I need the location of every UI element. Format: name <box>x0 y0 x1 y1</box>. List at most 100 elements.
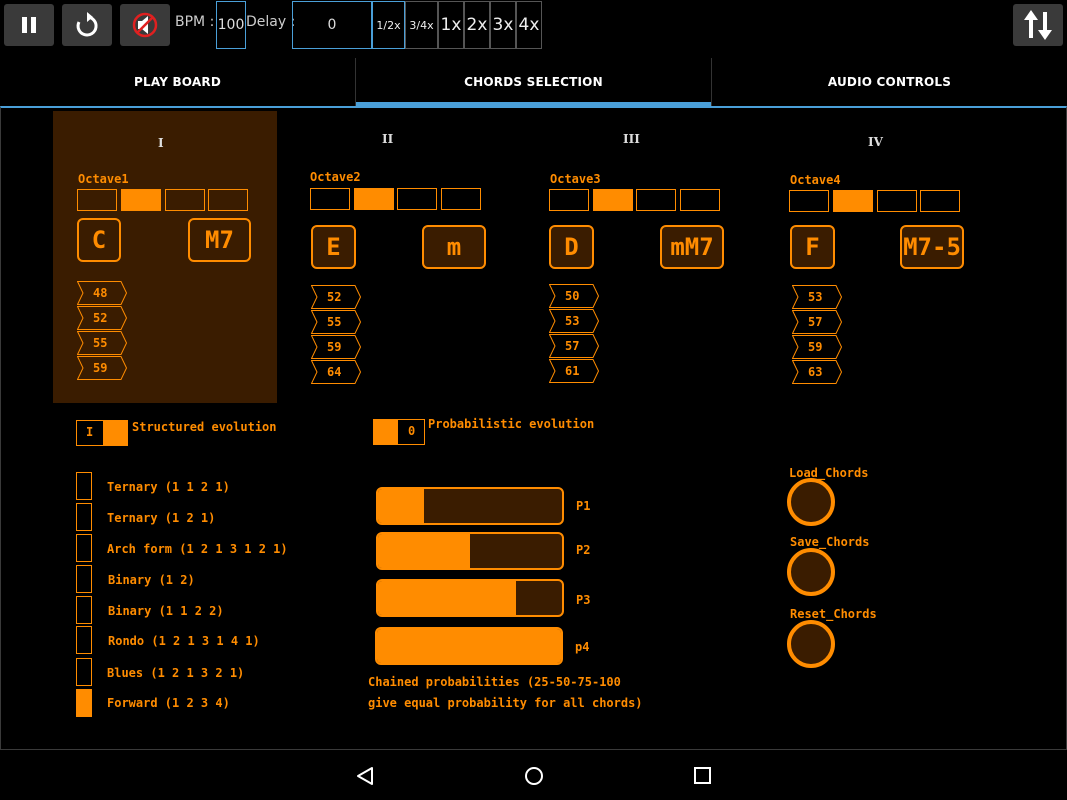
octave-cell[interactable] <box>789 190 829 212</box>
mute-icon <box>132 12 158 38</box>
octave-cell[interactable] <box>441 188 481 210</box>
bpm-field[interactable]: 100 <box>216 1 246 49</box>
note-tag: 53 <box>792 285 842 309</box>
note-tag: 61 <box>549 359 599 383</box>
toggle-knob <box>374 420 398 444</box>
chord-quality-button[interactable]: M7 <box>188 218 251 262</box>
form-checkbox[interactable] <box>76 534 92 562</box>
slider-label: P1 <box>576 499 591 513</box>
speed-1x-button[interactable]: 1x <box>438 1 464 49</box>
back-icon[interactable] <box>354 765 376 787</box>
octave-cell[interactable] <box>680 189 720 211</box>
form-checkbox[interactable] <box>76 565 92 593</box>
note-value: 52 <box>327 290 342 304</box>
form-checkbox-selected[interactable] <box>76 689 92 717</box>
tab-audio-controls[interactable]: AUDIO CONTROLS <box>712 58 1067 106</box>
note-tag: 64 <box>311 360 361 384</box>
note-value: 53 <box>808 290 823 304</box>
speed-3x-button[interactable]: 3x <box>490 1 516 49</box>
probability-slider-p4[interactable] <box>375 627 563 665</box>
probability-slider-p3[interactable] <box>376 579 564 617</box>
swap-button[interactable] <box>1013 4 1063 46</box>
octave-cell[interactable] <box>877 190 917 212</box>
restart-icon <box>76 12 98 37</box>
octave-cell[interactable] <box>165 189 205 211</box>
octave-cell-selected[interactable] <box>354 188 394 210</box>
structured-evolution-toggle[interactable]: I <box>76 420 128 446</box>
note-value: 52 <box>93 311 108 325</box>
form-checkbox[interactable] <box>76 503 92 531</box>
octave-cell[interactable] <box>397 188 437 210</box>
toggle-value: 0 <box>408 424 416 438</box>
chord-root-button[interactable]: D <box>549 225 594 269</box>
octave-label: Octave3 <box>550 172 601 186</box>
note-value: 59 <box>808 340 823 354</box>
note-value: 55 <box>327 315 342 329</box>
probability-slider-p2[interactable] <box>376 532 564 570</box>
chord-roman-label: IV <box>868 135 883 149</box>
probability-slider-p1[interactable] <box>376 487 564 525</box>
note-tag: 52 <box>311 285 361 309</box>
pause-icon <box>22 17 36 33</box>
chord-quality-button[interactable]: m <box>422 225 486 269</box>
load-chords-button[interactable] <box>787 478 835 526</box>
octave-cell[interactable] <box>636 189 676 211</box>
form-label: Binary (1 1 2 2) <box>108 604 224 618</box>
octave-cell[interactable] <box>549 189 589 211</box>
form-checkbox[interactable] <box>76 596 92 624</box>
octave-cell[interactable] <box>310 188 350 210</box>
note-tag: 55 <box>311 310 361 334</box>
octave-cell-selected[interactable] <box>593 189 633 211</box>
delay-field[interactable]: 0 <box>292 1 372 49</box>
note-value: 59 <box>327 340 342 354</box>
note-tag: 59 <box>77 356 127 380</box>
slider-label: P3 <box>576 593 591 607</box>
form-checkbox[interactable] <box>76 472 92 500</box>
note-value: 57 <box>565 339 580 353</box>
slider-label: P2 <box>576 543 591 557</box>
form-checkbox[interactable] <box>76 626 92 654</box>
note-tag: 57 <box>792 310 842 334</box>
pause-button[interactable] <box>4 4 54 46</box>
chord-quality-button[interactable]: mM7 <box>660 225 724 269</box>
reset-chords-button[interactable] <box>787 620 835 668</box>
octave-cell-selected[interactable] <box>121 189 161 211</box>
delay-label: Delay : <box>246 14 296 30</box>
speed-three-quarter-button[interactable]: 3/4x <box>405 1 438 49</box>
note-value: 59 <box>93 361 108 375</box>
toggle-knob <box>103 421 127 445</box>
form-checkbox[interactable] <box>76 658 92 686</box>
probabilistic-evolution-toggle[interactable]: 0 <box>373 419 425 445</box>
octave-cell-selected[interactable] <box>833 190 873 212</box>
chord-root-button[interactable]: E <box>311 225 356 269</box>
chord-roman-label: III <box>623 132 640 146</box>
note-tag: 63 <box>792 360 842 384</box>
form-label: Ternary (1 2 1) <box>107 511 216 525</box>
tab-chords-selection[interactable]: CHORDS SELECTION <box>356 58 711 106</box>
chord-roman-label: II <box>382 132 394 146</box>
mute-button[interactable] <box>120 4 170 46</box>
tab-play-board[interactable]: PLAY BOARD <box>0 58 355 106</box>
chord-root-button[interactable]: F <box>790 225 835 269</box>
home-icon[interactable] <box>523 765 545 787</box>
recents-icon[interactable] <box>692 765 714 787</box>
chord-quality-button[interactable]: M7-5 <box>900 225 964 269</box>
speed-4x-button[interactable]: 4x <box>516 1 542 49</box>
probability-note: give equal probability for all chords) <box>368 696 643 710</box>
octave-cell[interactable] <box>208 189 248 211</box>
form-label: Blues (1 2 1 3 2 1) <box>107 666 245 680</box>
speed-half-button[interactable]: 1/2x <box>372 1 405 49</box>
restart-button[interactable] <box>62 4 112 46</box>
reset-chords-label: Reset_Chords <box>790 607 877 621</box>
note-value: 57 <box>808 315 823 329</box>
speed-2x-button[interactable]: 2x <box>464 1 490 49</box>
octave-cell[interactable] <box>920 190 960 212</box>
toggle-value: I <box>86 425 94 439</box>
chord-root-button[interactable]: C <box>77 218 121 262</box>
save-chords-button[interactable] <box>787 548 835 596</box>
octave-cell[interactable] <box>77 189 117 211</box>
swap-vertical-icon <box>1024 10 1052 40</box>
form-label: Rondo (1 2 1 3 1 4 1) <box>108 634 260 648</box>
note-value: 50 <box>565 289 580 303</box>
note-value: 63 <box>808 365 823 379</box>
